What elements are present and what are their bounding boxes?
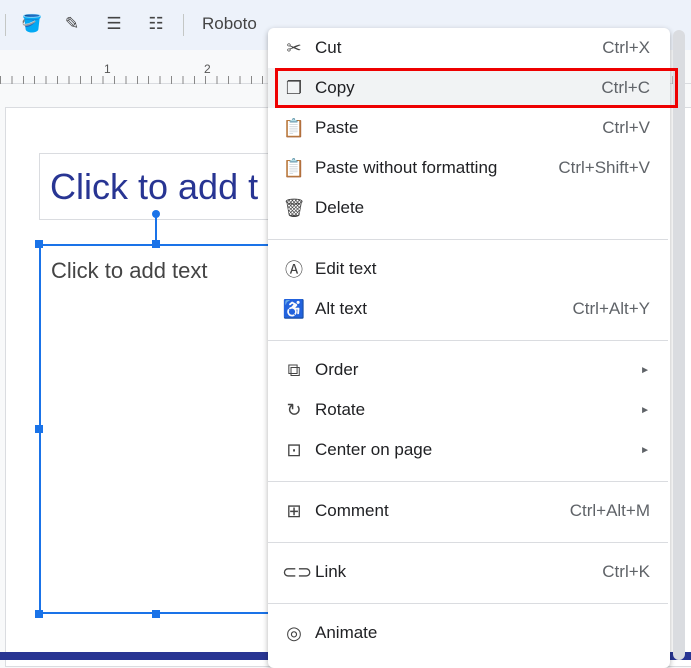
menu-item-alt-text[interactable]: ♿ Alt text Ctrl+Alt+Y — [268, 289, 670, 329]
center-icon: ⊡ — [286, 439, 302, 460]
menu-item-paste[interactable]: 📋 Paste Ctrl+V — [268, 108, 670, 148]
menu-item-label: Paste — [315, 118, 359, 137]
resize-handle[interactable] — [35, 425, 43, 433]
menu-item-order[interactable]: ⧉ Order ► — [268, 350, 670, 390]
rotate-icon: ↻ — [286, 399, 302, 420]
menu-item-label: Paste without formatting — [315, 158, 498, 177]
divider — [5, 14, 6, 36]
menu-divider — [268, 239, 668, 240]
rotate-handle[interactable] — [152, 210, 160, 218]
menu-item-label: Center on page — [315, 440, 433, 459]
menu-item-rotate[interactable]: ↻ Rotate ► — [268, 390, 670, 430]
shortcut: Ctrl+Alt+Y — [572, 299, 650, 318]
shortcut: Ctrl+V — [602, 118, 650, 137]
resize-handle[interactable] — [152, 240, 160, 248]
menu-item-comment[interactable]: ⊞ Comment Ctrl+Alt+M — [268, 491, 670, 531]
line-weight-icon[interactable]: ☰ — [102, 12, 126, 36]
menu-divider — [268, 481, 668, 482]
menu-item-label: Comment — [315, 501, 389, 520]
line-dash-icon[interactable]: ☷ — [144, 12, 168, 36]
submenu-arrow-icon: ► — [640, 364, 650, 376]
pen-icon[interactable]: ✎ — [60, 12, 84, 36]
submenu-arrow-icon: ► — [640, 444, 650, 456]
edit-text-icon: Ⓐ — [285, 260, 303, 280]
menu-item-link[interactable]: ⊂⊃ Link Ctrl+K — [268, 552, 670, 592]
shortcut: Ctrl+X — [602, 38, 650, 57]
comment-icon: ⊞ — [286, 500, 302, 521]
order-icon: ⧉ — [287, 359, 301, 380]
menu-item-animate[interactable]: ◎ Animate — [268, 613, 670, 653]
accessibility-icon: ♿ — [282, 298, 306, 319]
shortcut: Ctrl+K — [602, 562, 650, 581]
font-select[interactable]: Roboto — [202, 14, 257, 34]
shortcut: Ctrl+Alt+M — [569, 501, 650, 520]
shortcut: Ctrl+Shift+V — [558, 158, 650, 177]
menu-divider — [268, 340, 668, 341]
menu-item-edit-text[interactable]: Ⓐ Edit text — [268, 249, 670, 289]
animate-icon: ◎ — [286, 622, 302, 643]
menu-item-label: Rotate — [315, 400, 366, 419]
menu-divider — [268, 542, 668, 543]
paint-bucket-icon[interactable]: 🪣 — [20, 12, 44, 36]
menu-item-label: Alt text — [315, 299, 367, 318]
menu-item-label: Order — [315, 360, 359, 379]
clipboard-icon: 📋 — [282, 117, 306, 138]
menu-item-label: Link — [315, 562, 347, 581]
resize-handle[interactable] — [152, 610, 160, 618]
menu-item-label: Animate — [315, 623, 378, 642]
menu-item-label: Delete — [315, 198, 365, 217]
ruler-mark: 2 — [204, 62, 211, 76]
highlight-outline — [275, 68, 678, 108]
clipboard-format-icon: 📋 — [282, 157, 306, 178]
scissors-icon: ✂ — [286, 37, 302, 58]
menu-item-center-on-page[interactable]: ⊡ Center on page ► — [268, 430, 670, 470]
link-icon: ⊂⊃ — [282, 561, 313, 582]
resize-handle[interactable] — [35, 610, 43, 618]
ruler-mark: 1 — [104, 62, 111, 76]
menu-item-cut[interactable]: ✂ Cut Ctrl+X — [268, 28, 670, 68]
menu-item-label: Edit text — [315, 259, 377, 278]
menu-item-delete[interactable]: 🗑 Delete — [268, 188, 670, 228]
trash-icon: 🗑 — [282, 197, 306, 218]
scrollbar[interactable] — [673, 30, 685, 660]
menu-item-label: Cut — [315, 38, 342, 57]
context-menu: ✂ Cut Ctrl+X ❐ Copy Ctrl+C 📋 Paste Ctrl+V 📋 Paste … — [268, 28, 670, 668]
menu-item-paste-without-formatting[interactable]: 📋 Paste without formatting Ctrl+Shift+V — [268, 148, 670, 188]
submenu-arrow-icon: ► — [640, 404, 650, 416]
menu-divider — [268, 603, 668, 604]
divider — [183, 14, 184, 36]
resize-handle[interactable] — [35, 240, 43, 248]
